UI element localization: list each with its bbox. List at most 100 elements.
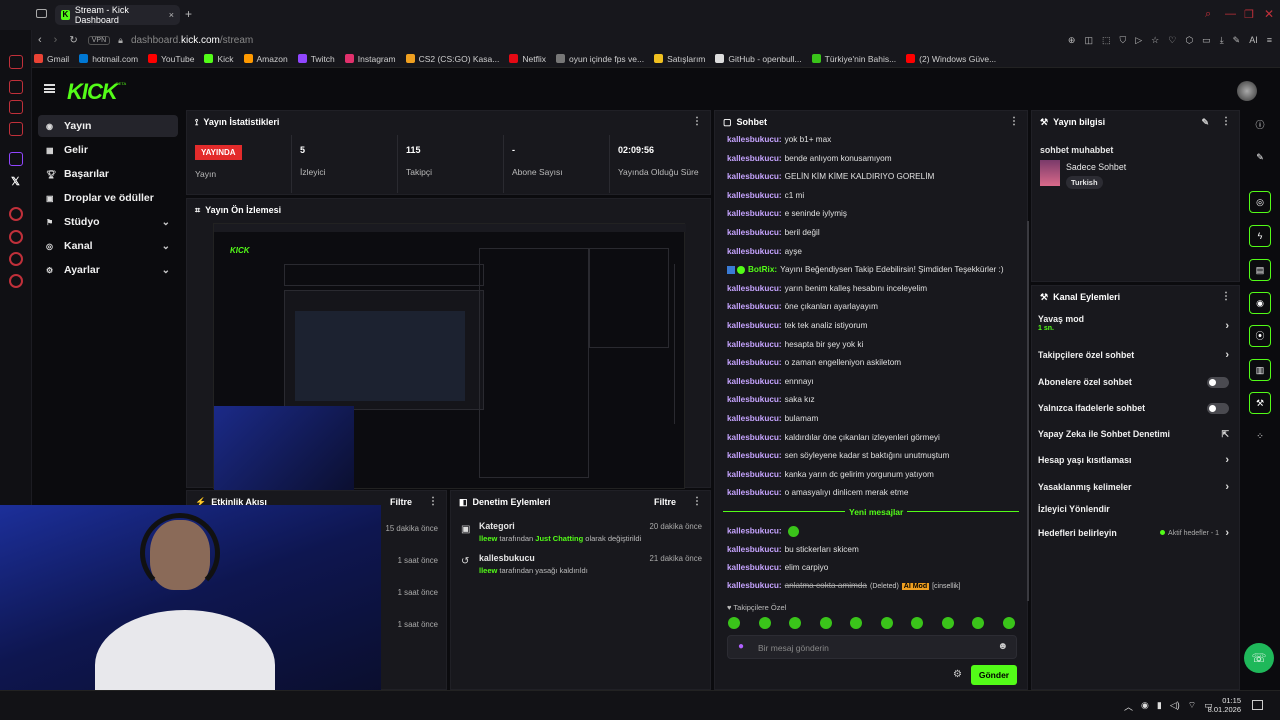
channel-action-row[interactable]: Yapay Zeka ile Sohbet Denetimi ⇱ [1038, 424, 1233, 444]
bookmark-item[interactable]: Amazon [243, 54, 288, 64]
mic-icon[interactable]: ● [738, 641, 744, 652]
bookmark-item[interactable]: YouTube [148, 54, 194, 64]
notifications-icon[interactable] [1252, 700, 1263, 710]
chat-message[interactable]: kallesbukucu: öne çıkanları ayarlayayım [727, 302, 878, 311]
chat-message[interactable]: kallesbukucu: elim carpiyo [727, 563, 828, 572]
chat-message[interactable]: kallesbukucu: o amasyalıyı dinlicem merak… [727, 488, 908, 497]
shield-icon[interactable]: ⛉ [1119, 35, 1126, 46]
info-icon[interactable]: ⓘ [1249, 115, 1271, 137]
twitch-icon[interactable] [9, 152, 23, 166]
support-icon[interactable]: ☏ [1244, 643, 1274, 673]
tools-icon[interactable]: ⚒ [1249, 392, 1271, 414]
chat-message[interactable]: kallesbukucu: ennnayı [727, 377, 814, 386]
chat-message-deleted[interactable]: kallesbukucu: anlatma cokta amimda (Delete… [727, 581, 961, 590]
chat-username[interactable]: kallesbukucu: [727, 154, 782, 163]
chat-username[interactable]: kallesbukucu: [727, 563, 782, 572]
bookmark-item[interactable]: Gmail [34, 54, 69, 64]
stream-tag[interactable]: Turkish [1066, 176, 1103, 189]
extensions-icon[interactable]: ⬡ [1185, 35, 1193, 46]
moderation-filter-button[interactable]: Filtre [654, 497, 676, 507]
chat-message[interactable]: kallesbukucu: o zaman engelleniyon askile… [727, 358, 901, 367]
lightning-icon[interactable]: ϟ [1249, 225, 1271, 247]
moderation-item-user[interactable]: lleew [479, 566, 497, 575]
player-icon[interactable] [9, 207, 23, 221]
download-icon[interactable]: ⤓ [1220, 35, 1224, 46]
category-thumbnail[interactable] [1040, 160, 1060, 186]
chat-username[interactable]: kallesbukucu: [727, 433, 782, 442]
bookmark-item[interactable]: Satışlarım [654, 54, 705, 64]
send-button[interactable]: Gönder [971, 665, 1017, 685]
chat-more-icon[interactable]: ⋮ [1009, 116, 1019, 127]
close-window-icon[interactable]: ✕ [1264, 7, 1274, 21]
tray-chevron-icon[interactable]: ︿ [1124, 700, 1133, 713]
back-icon[interactable]: ‹ [38, 34, 42, 46]
chat-username[interactable]: kallesbukucu: [727, 395, 782, 404]
chat-username[interactable]: kallesbukucu: [727, 470, 782, 479]
chat-message[interactable]: kallesbukucu: bende anlıyom konusamıyom [727, 154, 892, 163]
chat-message[interactable]: BotRix: Yayını Beğendiysen Takip Edebilir… [727, 265, 1004, 274]
poll-icon[interactable]: ▤ [1249, 259, 1271, 281]
chat-username[interactable]: kallesbukucu: [727, 302, 782, 311]
history-icon[interactable] [9, 230, 23, 244]
messenger-icon[interactable] [9, 80, 23, 94]
chat-username[interactable]: kallesbukucu: [727, 284, 782, 293]
channel-action-row[interactable]: İzleyici Yönlendir [1038, 499, 1233, 519]
ai-icon[interactable]: AI [1249, 35, 1258, 46]
channel-action-row[interactable]: Abonelere özel sohbet [1038, 372, 1233, 392]
clock[interactable]: 01:15 8.01.2026 [1205, 696, 1241, 714]
wallet-icon[interactable]: ▭ [1202, 35, 1211, 46]
chat-username[interactable]: kallesbukucu: [727, 377, 782, 386]
emote-icon[interactable] [728, 617, 740, 629]
chat-message[interactable]: kallesbukucu: bu stickerları skicem [727, 545, 859, 554]
chat-username[interactable]: BotRix: [748, 265, 777, 274]
wifi-icon[interactable]: ⌔ [1188, 700, 1196, 713]
chat-message[interactable]: kallesbukucu: [727, 526, 799, 537]
bookmark-item[interactable]: Netflix [509, 54, 546, 64]
bookmark-item[interactable]: Twitch [297, 54, 335, 64]
channel-action-row[interactable]: Hedefleri belirleyin Aktif hedefler - 1 › [1038, 523, 1233, 543]
tray-mic-icon[interactable]: ▮ [1157, 700, 1162, 713]
chat-username[interactable]: kallesbukucu: [727, 340, 782, 349]
channel-actions-more-icon[interactable]: ⋮ [1221, 291, 1231, 302]
zoom-icon[interactable]: ⊕ [1068, 35, 1076, 46]
emote-icon[interactable] [850, 617, 862, 629]
bookmark-item[interactable]: Türkiye'nin Bahis... [811, 54, 896, 64]
activity-more-icon[interactable]: ⋮ [428, 496, 438, 507]
category-name[interactable]: Sadece Sohbet [1066, 162, 1126, 172]
chat-message[interactable]: kallesbukucu: hesapta bir şey yok ki [727, 340, 863, 349]
toggle-switch[interactable] [1207, 402, 1229, 414]
chat-message[interactable]: kallesbukucu: e seninde iylymiş [727, 209, 847, 218]
avatar[interactable] [1237, 81, 1257, 101]
chat-username[interactable]: kallesbukucu: [727, 358, 782, 367]
nav-item-6[interactable]: ⚙ Ayarlar ⌄ [38, 259, 178, 281]
menu-icon[interactable]: ≡ [1267, 35, 1272, 46]
moderation-item-user[interactable]: lleew [479, 534, 497, 543]
stats-more-icon[interactable]: ⋮ [692, 116, 702, 127]
chat-username[interactable]: kallesbukucu: [727, 545, 782, 554]
chat-username[interactable]: kallesbukucu: [727, 172, 782, 181]
maximize-icon[interactable]: ❐ [1244, 8, 1254, 21]
chat-message[interactable]: kallesbukucu: kaldırdılar öne çıkanları i… [727, 433, 940, 442]
chat-username[interactable]: kallesbukucu: [727, 209, 782, 218]
x-icon[interactable]: 𝕏 [11, 175, 20, 188]
bookmark-item[interactable]: Instagram [344, 54, 396, 64]
nav-item-2[interactable]: 🏆︎ Başarılar [38, 163, 178, 185]
channel-action-row[interactable]: Yalnızca ifadelerle sohbet [1038, 398, 1233, 418]
bookmark-item[interactable]: hotmail.com [79, 54, 138, 64]
extensions-icon[interactable] [9, 252, 23, 266]
channel-action-row[interactable]: Takipçilere özel sohbet › [1038, 345, 1233, 365]
tab-kick-dashboard[interactable]: K Stream - Kick Dashboard × [55, 5, 180, 25]
bookmark-item[interactable]: (2) Windows Güve... [906, 54, 996, 64]
tray-app-icon[interactable]: ◉ [1141, 700, 1149, 713]
bookmark-item[interactable]: CS2 (CS:GO) Kasa... [405, 54, 499, 64]
chat-message[interactable]: kallesbukucu: bulamam [727, 414, 818, 423]
raid-icon[interactable]: ◎ [1249, 191, 1271, 213]
chat-username[interactable]: kallesbukucu: [727, 488, 782, 497]
settings-icon[interactable] [9, 274, 23, 288]
nav-item-0[interactable]: ◉ Yayın [38, 115, 178, 137]
chat-message[interactable]: kallesbukucu: GELİN KİM KİME KALDIRIYO GO… [727, 172, 934, 181]
whatsapp-icon[interactable] [9, 100, 23, 114]
instagram-icon[interactable] [9, 122, 23, 136]
pen-icon[interactable]: ✎ [1233, 35, 1241, 46]
preview-video[interactable]: KICK [213, 223, 686, 490]
